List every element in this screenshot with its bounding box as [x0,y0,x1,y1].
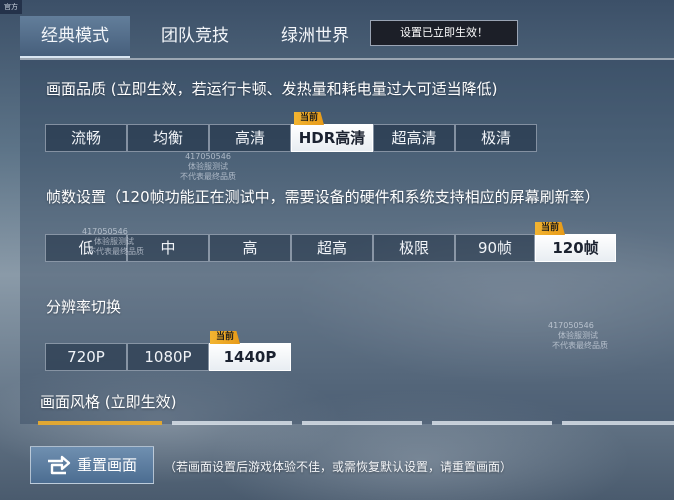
watermark-2: 417050546 体验服测试 不代表最终品质 [82,227,144,257]
watermark-line1: 体验服测试 [558,331,598,340]
quality-option-ultra-hd[interactable]: 超高清 [373,124,455,152]
watermark-id: 417050546 [548,321,594,330]
reset-graphics-label: 重置画面 [77,456,138,474]
resolution-title: 分辨率切换 [46,298,122,316]
quality-option-hd[interactable]: 高清 [209,124,291,152]
quality-title: 画面品质 (立即生效，若运行卡顿、发热量和耗电量过大可适当降低) [46,80,498,98]
style-option-3[interactable] [302,421,422,425]
framerate-option-ultra[interactable]: 超高 [291,234,373,262]
reset-hint-text: （若画面设置后游戏体验不佳，或需恢复默认设置，请重置画面） [164,460,513,474]
tab-classic-mode[interactable]: 经典模式 [20,16,130,58]
style-option-5[interactable] [562,421,674,425]
resolution-option-1440p[interactable]: 1440P [209,343,291,371]
style-option-4[interactable] [432,421,552,425]
quality-option-hdr-hd[interactable]: HDR高清 [291,124,373,152]
tab-team-deathmatch[interactable]: 团队竞技 [140,16,250,58]
resolution-option-1080p[interactable]: 1080P [127,343,209,371]
quality-option-smooth[interactable]: 流畅 [45,124,127,152]
mode-tabbar: 经典模式 团队竞技 绿洲世界 [20,16,674,60]
watermark-line1: 体验服测试 [188,162,228,171]
tab-oasis-world[interactable]: 绿洲世界 [260,16,370,58]
quality-option-extreme[interactable]: 极清 [455,124,537,152]
quality-option-balanced[interactable]: 均衡 [127,124,209,152]
watermark-line2: 不代表最终品质 [552,341,608,350]
watermark-line2: 不代表最终品质 [88,247,144,256]
style-title: 画面风格 (立即生效) [40,393,177,411]
framerate-current-tag: 当前 [535,222,566,235]
reset-graphics-button[interactable]: 重置画面 [30,446,154,484]
settings-applied-toast: 设置已立即生效！ [370,20,518,46]
resolution-option-720p[interactable]: 720P [45,343,127,371]
watermark-id: 417050546 [82,227,128,236]
framerate-option-90fps[interactable]: 90帧 [455,234,535,262]
watermark-1: 417050546 体验服测试 不代表最终品质 [180,152,236,182]
watermark-line2: 不代表最终品质 [180,172,236,181]
watermark-line1: 体验服测试 [94,237,134,246]
quality-current-tag: 当前 [294,112,325,125]
reset-icon [48,455,71,475]
framerate-option-120fps[interactable]: 120帧 [535,234,616,262]
watermark-id: 417050546 [185,152,231,161]
framerate-option-high[interactable]: 高 [209,234,291,262]
framerate-option-extreme[interactable]: 极限 [373,234,455,262]
style-option-1[interactable] [38,421,162,425]
framerate-title: 帧数设置（120帧功能正在测试中，需要设备的硬件和系统支持相应的屏幕刷新率） [46,188,600,206]
style-option-2[interactable] [172,421,292,425]
resolution-current-tag: 当前 [210,331,241,344]
official-badge: 官方 [0,0,22,14]
watermark-3: 417050546 体验服测试 不代表最终品质 [548,321,608,351]
